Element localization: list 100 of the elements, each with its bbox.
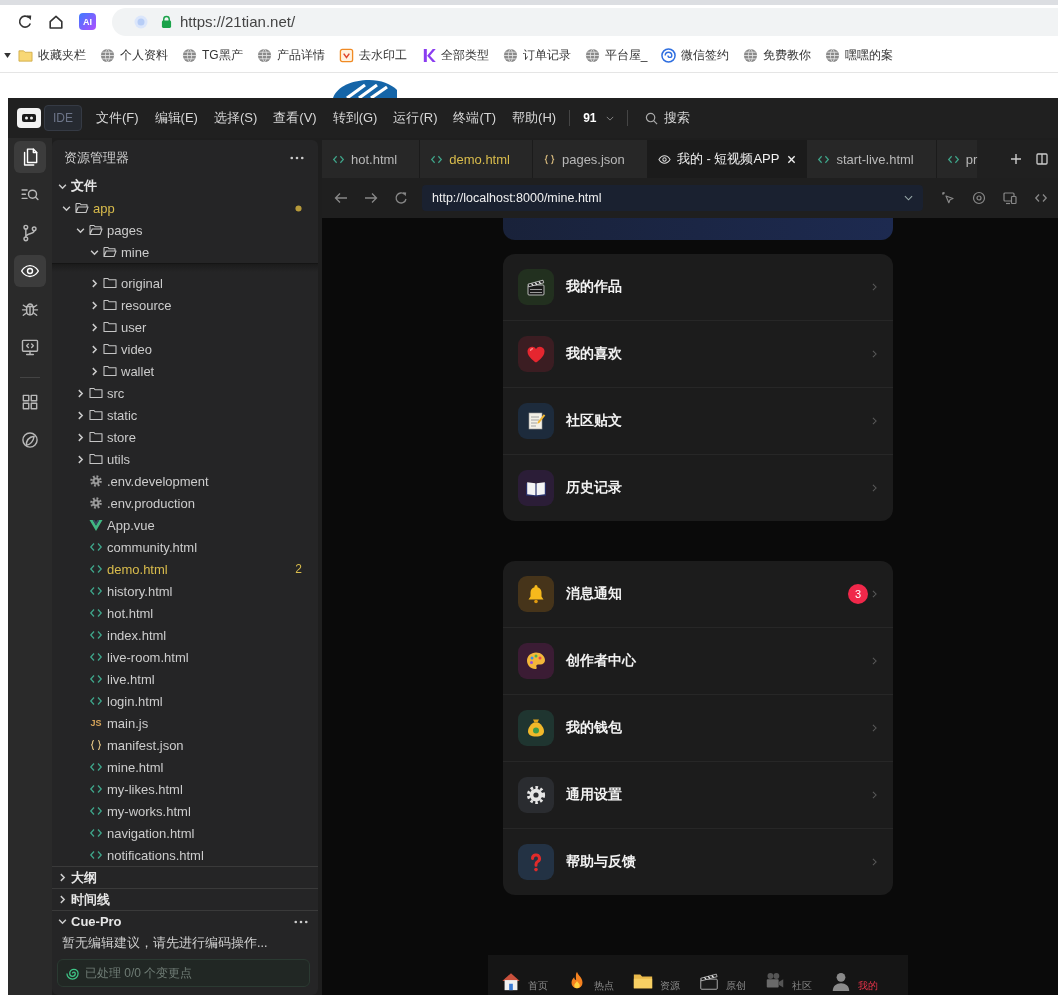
- menu-item[interactable]: 帮助与反馈: [503, 828, 893, 895]
- more-icon[interactable]: [290, 155, 304, 160]
- menu-item[interactable]: 社区贴文: [503, 387, 893, 454]
- close-icon[interactable]: [787, 154, 797, 164]
- menu-item[interactable]: 创作者中心: [503, 627, 893, 694]
- bookmark[interactable]: 平台屋_: [584, 46, 648, 64]
- chevron-down-icon[interactable]: [904, 195, 913, 201]
- globe-icon: [182, 47, 197, 63]
- tree-item[interactable]: hot.html: [52, 602, 318, 624]
- plus-icon[interactable]: [1010, 153, 1022, 165]
- target-icon[interactable]: [972, 191, 986, 205]
- bookmark[interactable]: 微信签约: [661, 46, 730, 64]
- menu-item[interactable]: 终端(T): [453, 109, 497, 127]
- panel-header[interactable]: Cue-Pro: [52, 910, 318, 932]
- home-icon[interactable]: [48, 13, 64, 30]
- tree-item[interactable]: community.html: [52, 536, 318, 558]
- monitor-icon: [20, 337, 40, 357]
- menu-item[interactable]: 查看(V): [273, 109, 317, 127]
- caret-icon[interactable]: [4, 52, 11, 58]
- bookmark[interactable]: 嘿嘿的案: [825, 46, 894, 64]
- ai-button[interactable]: AI: [79, 13, 96, 30]
- menu-item[interactable]: 帮助(H): [512, 109, 557, 127]
- editor-tab[interactable]: hot.html: [322, 140, 421, 178]
- menu-item[interactable]: 我的钱包: [503, 694, 893, 761]
- panel-header[interactable]: 大纲: [52, 866, 318, 888]
- more-icon[interactable]: [294, 919, 308, 924]
- menu-item[interactable]: 文件(F): [96, 109, 139, 127]
- menu-item[interactable]: 选择(S): [213, 109, 258, 127]
- bookmark[interactable]: 去水印工: [338, 46, 407, 64]
- menu-item[interactable]: 通用设置: [503, 761, 893, 828]
- tree-item[interactable]: app: [52, 197, 318, 219]
- tree-item[interactable]: notifications.html: [52, 844, 318, 866]
- url-field[interactable]: http://localhost:8000/mine.html: [422, 185, 923, 211]
- address-bar[interactable]: https://21tian.net/: [112, 7, 1058, 36]
- section-header[interactable]: 文件: [52, 175, 318, 197]
- tree-item[interactable]: original: [52, 272, 318, 294]
- explorer-button[interactable]: [14, 141, 46, 173]
- tree-item[interactable]: pages: [52, 219, 318, 241]
- tree-item[interactable]: .env.production: [52, 492, 318, 514]
- preview-button[interactable]: [14, 255, 46, 287]
- nav-tab[interactable]: 原创: [698, 970, 746, 992]
- menu-item[interactable]: 编辑(E): [154, 109, 198, 127]
- nav-tab[interactable]: 资源: [632, 970, 680, 992]
- nav-tab[interactable]: 首页: [500, 970, 548, 992]
- tree-item[interactable]: src: [52, 382, 318, 404]
- menu-item[interactable]: 运行(R): [393, 109, 438, 127]
- menu-item[interactable]: 我的喜欢: [503, 320, 893, 387]
- editor-tab[interactable]: pages.json: [532, 140, 648, 178]
- tree-item[interactable]: store: [52, 426, 318, 448]
- panel-header[interactable]: 时间线: [52, 888, 318, 910]
- bookmark[interactable]: 订单记录: [502, 46, 571, 64]
- tree-item[interactable]: history.html: [52, 580, 318, 602]
- menu-item[interactable]: 历史记录: [503, 454, 893, 521]
- tree-item[interactable]: static: [52, 404, 318, 426]
- bookmark[interactable]: 免费教你: [743, 46, 812, 64]
- tree-item[interactable]: wallet: [52, 360, 318, 382]
- search-box[interactable]: 搜索: [641, 109, 691, 127]
- project-dropdown[interactable]: 91: [583, 111, 615, 125]
- editor-tab[interactable]: 我的 - 短视频APP: [647, 140, 808, 178]
- tree-item[interactable]: login.html: [52, 690, 318, 712]
- tree-item[interactable]: manifest.json: [52, 734, 318, 756]
- tree-item[interactable]: utils: [52, 448, 318, 470]
- bookmark[interactable]: 个人资料: [100, 46, 168, 64]
- menu-item[interactable]: 我的作品: [503, 254, 893, 320]
- tree-item[interactable]: my-works.html: [52, 800, 318, 822]
- tree-item[interactable]: live.html: [52, 668, 318, 690]
- tree-item[interactable]: .env.development: [52, 470, 318, 492]
- tree-item[interactable]: mine.html: [52, 756, 318, 778]
- forward-arrow-icon[interactable]: [364, 191, 378, 205]
- tree-item[interactable]: my-likes.html: [52, 778, 318, 800]
- editor-tab[interactable]: start-live.html: [807, 140, 937, 178]
- nav-tab[interactable]: 社区: [764, 970, 812, 992]
- palette-icon: [518, 643, 554, 679]
- tree-item[interactable]: navigation.html: [52, 822, 318, 844]
- pointer-click-icon[interactable]: [941, 191, 955, 205]
- tree-item[interactable]: video: [52, 338, 318, 360]
- split-editor-icon[interactable]: [1036, 153, 1048, 165]
- bookmark[interactable]: 产品详情: [256, 46, 325, 64]
- back-arrow-icon[interactable]: [334, 191, 348, 205]
- tree-item[interactable]: JS main.js: [52, 712, 318, 734]
- menu-item[interactable]: 转到(G): [332, 109, 378, 127]
- folder-icon: [89, 408, 103, 422]
- tree-item[interactable]: mine: [52, 241, 318, 263]
- device-icon[interactable]: [1003, 191, 1017, 205]
- bookmark[interactable]: 全部类型: [420, 46, 489, 64]
- nav-tab[interactable]: 热点: [566, 970, 614, 992]
- code-icon[interactable]: [1034, 191, 1048, 205]
- tree-item[interactable]: user: [52, 316, 318, 338]
- editor-tab[interactable]: demo.html: [420, 140, 533, 178]
- tree-item[interactable]: index.html: [52, 624, 318, 646]
- nav-tab[interactable]: 我的: [830, 970, 878, 992]
- bookmark[interactable]: 收藏夹栏: [18, 46, 86, 64]
- tree-item[interactable]: App.vue: [52, 514, 318, 536]
- bookmark[interactable]: TG黑产: [182, 46, 243, 64]
- reload-icon[interactable]: [17, 13, 33, 30]
- tree-item[interactable]: demo.html 2: [52, 558, 318, 580]
- menu-item[interactable]: 消息通知 3: [503, 561, 893, 627]
- tree-item[interactable]: live-room.html: [52, 646, 318, 668]
- editor-tab[interactable]: pr: [936, 140, 978, 178]
- tree-item[interactable]: resource: [52, 294, 318, 316]
